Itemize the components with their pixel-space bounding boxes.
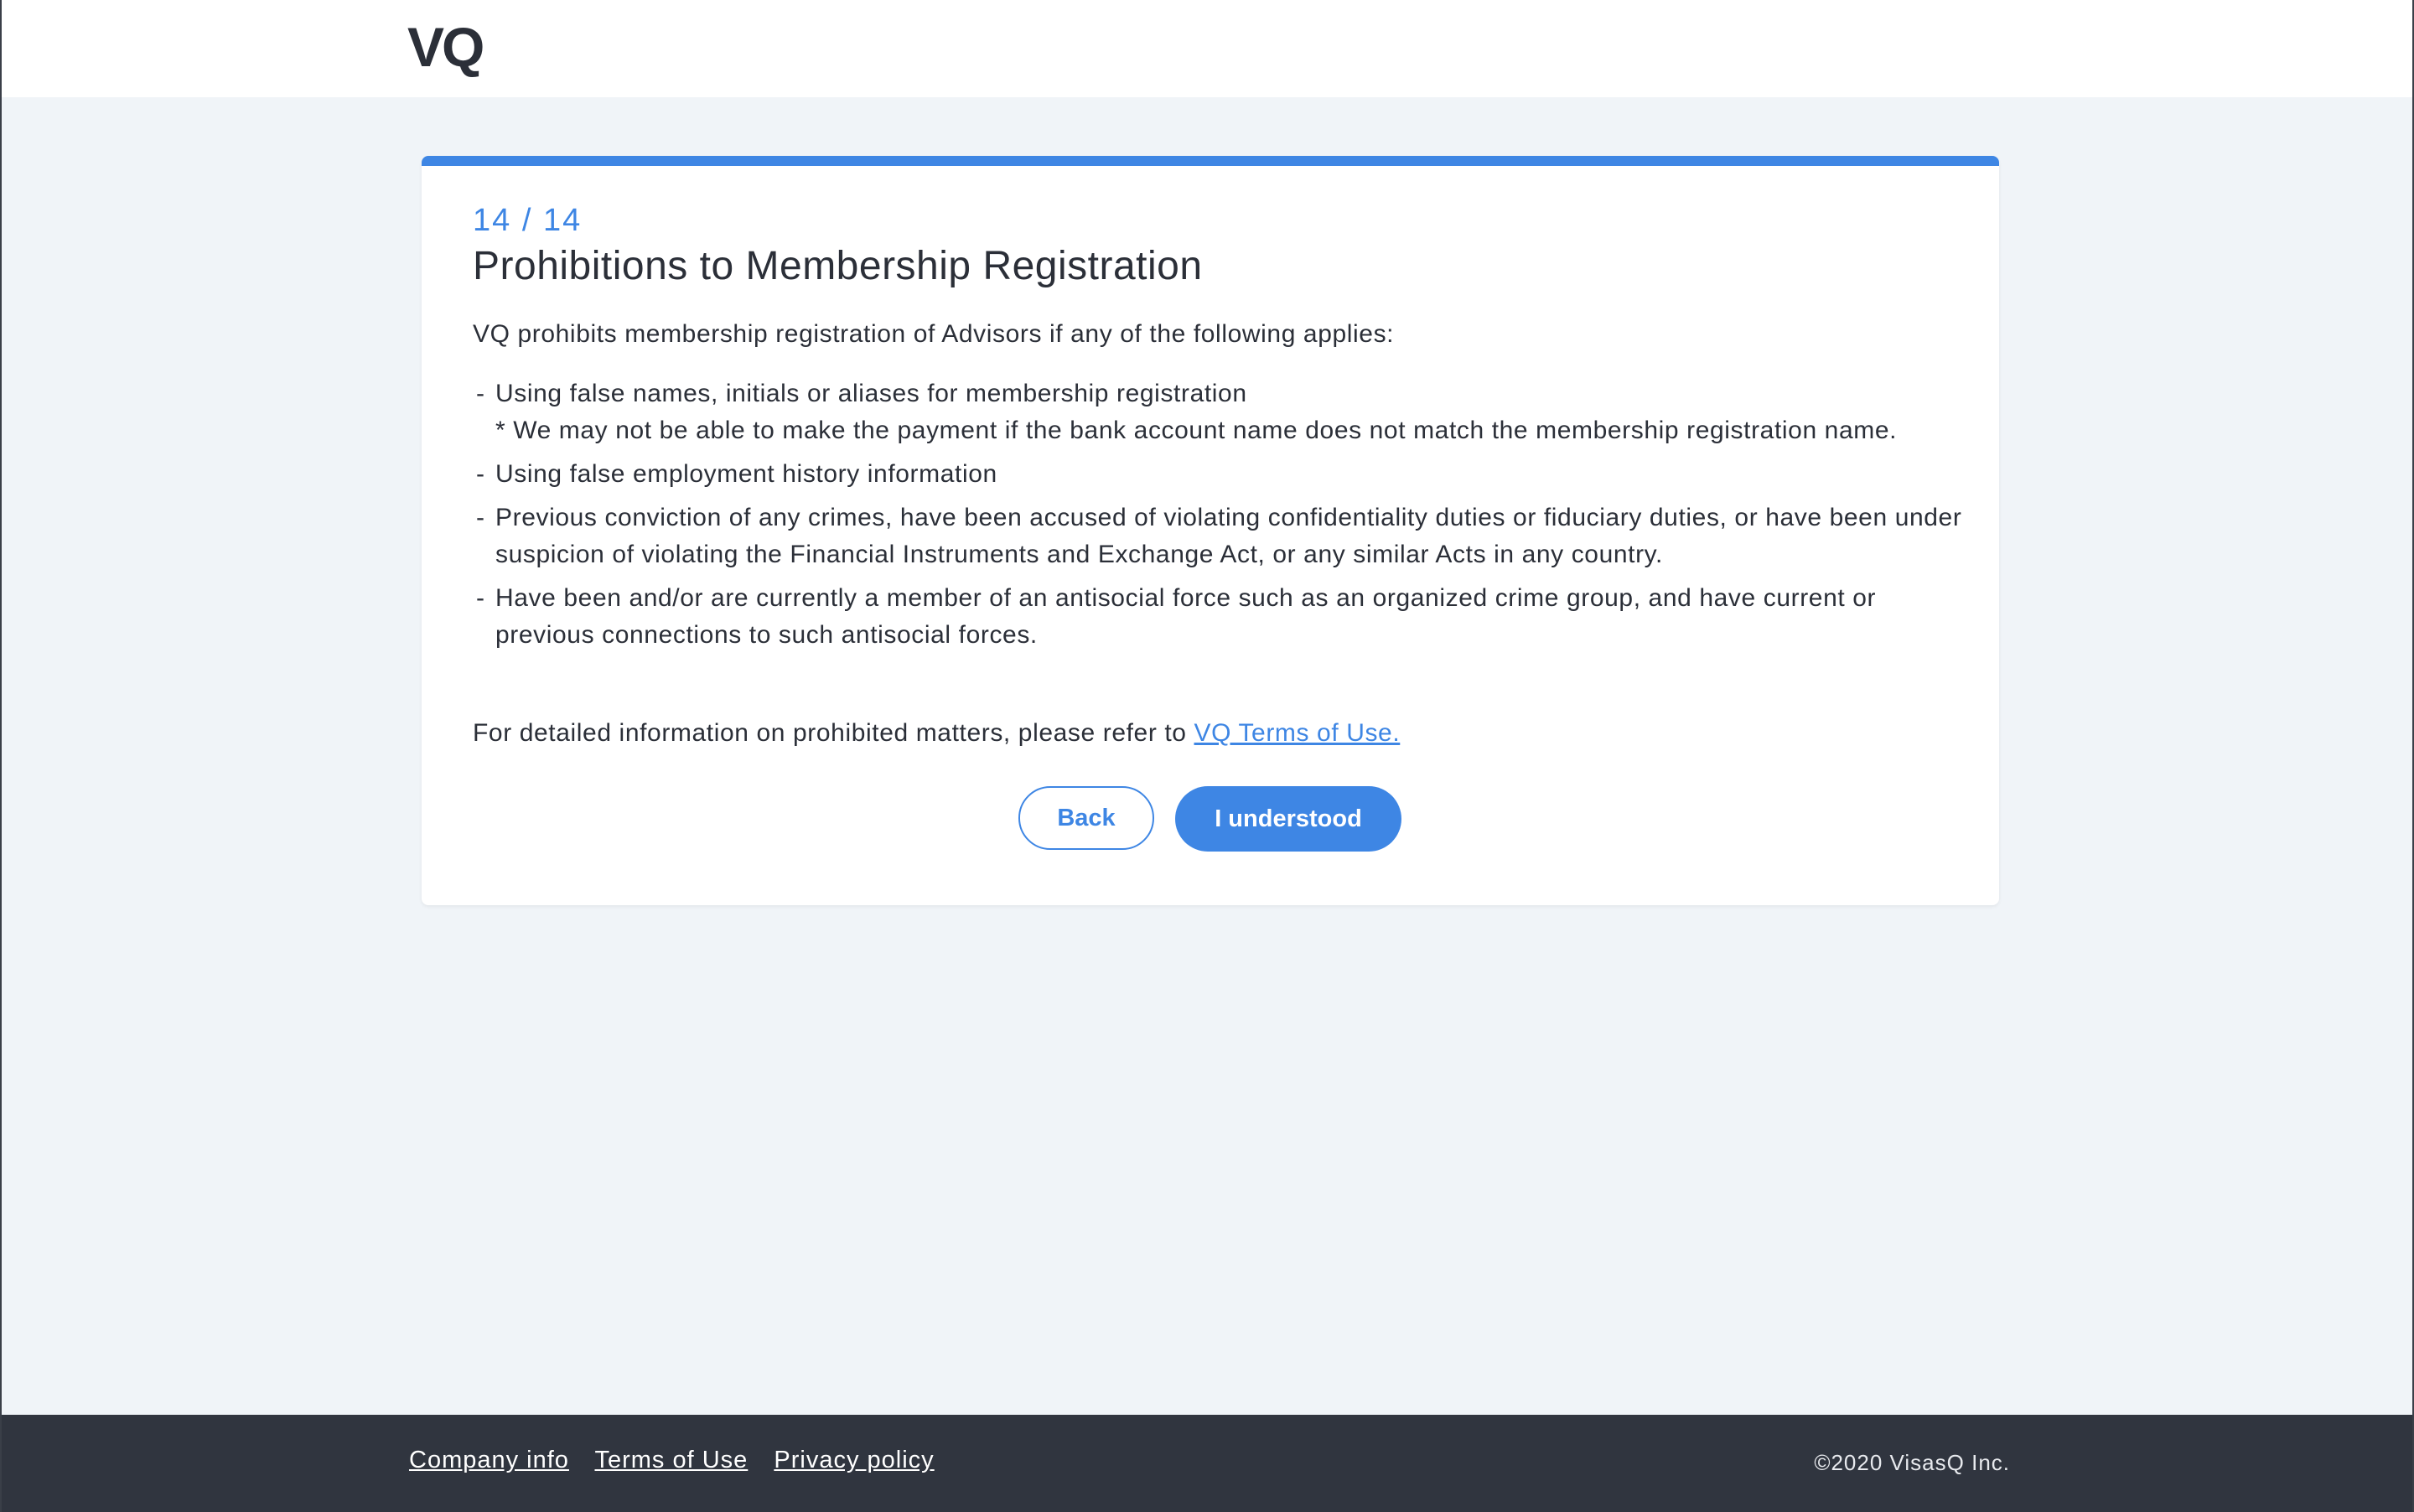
site-header: VQ — [2, 0, 2412, 97]
site-footer: Company info Terms of Use Privacy policy… — [2, 1415, 2412, 1512]
list-item: - Using false names, initials or aliases… — [473, 375, 1965, 449]
list-item: - Have been and/or are currently a membe… — [476, 584, 1877, 649]
i-understood-button[interactable]: I understood — [1175, 786, 1401, 852]
list-item-text: Have been and/or are currently a member … — [495, 584, 1877, 649]
page-title: Prohibitions to Membership Registration — [473, 244, 1203, 288]
company-info-link[interactable]: Company info — [409, 1447, 569, 1473]
list-item: - Previous conviction of any crimes, hav… — [476, 504, 1962, 568]
progress-bar — [422, 156, 1999, 166]
refer-label: For detailed information on prohibited m… — [473, 719, 1194, 747]
intro-text: VQ prohibits membership registration of … — [473, 320, 1395, 348]
list-item-text: Using false names, initials or aliases f… — [495, 380, 1247, 407]
prohibitions-list: - Using false names, initials or aliases… — [473, 375, 1965, 660]
list-item-text: Using false employment history informati… — [495, 460, 997, 488]
back-button[interactable]: Back — [1018, 786, 1154, 850]
vq-logo[interactable]: VQ — [407, 13, 484, 80]
list-item-text: Previous conviction of any crimes, have … — [495, 504, 1962, 568]
list-item-note: * We may not be able to make the payment… — [495, 417, 1898, 444]
privacy-policy-link[interactable]: Privacy policy — [774, 1447, 934, 1473]
terms-of-use-link[interactable]: VQ Terms of Use. — [1194, 719, 1401, 747]
terms-of-use-footer-link[interactable]: Terms of Use — [594, 1447, 748, 1473]
copyright: ©2020 VisasQ Inc. — [1814, 1450, 2010, 1475]
step-counter: 14 / 14 — [473, 203, 583, 238]
refer-text: For detailed information on prohibited m… — [473, 719, 1400, 748]
registration-card: 14 / 14 Prohibitions to Membership Regis… — [422, 156, 1999, 905]
list-item: - Using false employment history informa… — [476, 460, 997, 488]
footer-links: Company info Terms of Use Privacy policy — [409, 1447, 953, 1474]
